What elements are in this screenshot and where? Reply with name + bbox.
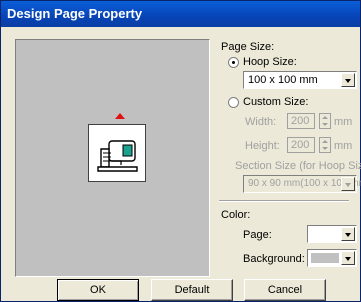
page-size-heading: Page Size: bbox=[221, 41, 275, 53]
custom-size-radio[interactable] bbox=[228, 97, 239, 108]
page-color-swatch bbox=[311, 229, 339, 239]
width-spinner[interactable] bbox=[319, 113, 331, 129]
height-label: Height: bbox=[245, 140, 280, 152]
page-color-select[interactable] bbox=[307, 225, 357, 243]
background-color-select[interactable] bbox=[307, 249, 357, 267]
up-indicator-icon bbox=[115, 113, 125, 119]
hoop-size-label: Hoop Size: bbox=[243, 56, 297, 68]
hoop-size-value: 100 x 100 mm bbox=[248, 74, 318, 86]
height-value: 200 bbox=[291, 139, 310, 151]
default-button[interactable]: Default bbox=[151, 279, 233, 301]
chevron-down-icon[interactable] bbox=[341, 177, 355, 191]
hoop-size-select[interactable]: 100 x 100 mm bbox=[243, 71, 357, 89]
color-heading: Color: bbox=[221, 209, 251, 221]
divider bbox=[219, 200, 349, 202]
height-unit: mm bbox=[334, 140, 353, 152]
section-size-label: Section Size (for Hoop Size): bbox=[235, 160, 361, 172]
dialog-window: Design Page Property Page Size: Hoop Siz… bbox=[0, 0, 361, 302]
section-size-select[interactable]: 90 x 90 mm(100 x 100 mm) bbox=[243, 175, 361, 193]
title-bar: Design Page Property bbox=[1, 1, 360, 27]
hoop-size-radio[interactable] bbox=[228, 57, 239, 68]
custom-size-label: Custom Size: bbox=[243, 96, 309, 108]
cancel-button[interactable]: Cancel bbox=[244, 279, 326, 301]
page-preview bbox=[15, 39, 210, 277]
chevron-down-icon[interactable] bbox=[341, 227, 355, 241]
height-spinner[interactable] bbox=[319, 137, 331, 153]
width-input[interactable]: 200 bbox=[287, 113, 315, 129]
hoop-preview-card bbox=[88, 124, 146, 182]
width-value: 200 bbox=[291, 115, 310, 127]
chevron-down-icon[interactable] bbox=[341, 73, 355, 87]
background-color-label: Background: bbox=[243, 253, 305, 265]
background-color-swatch bbox=[311, 253, 339, 263]
sewing-machine-icon bbox=[97, 140, 138, 172]
page-color-label: Page: bbox=[243, 229, 272, 241]
width-unit: mm bbox=[334, 116, 353, 128]
chevron-down-icon[interactable] bbox=[341, 251, 355, 265]
height-input[interactable]: 200 bbox=[287, 137, 315, 153]
ok-button[interactable]: OK bbox=[57, 279, 139, 301]
width-label: Width: bbox=[245, 116, 277, 128]
